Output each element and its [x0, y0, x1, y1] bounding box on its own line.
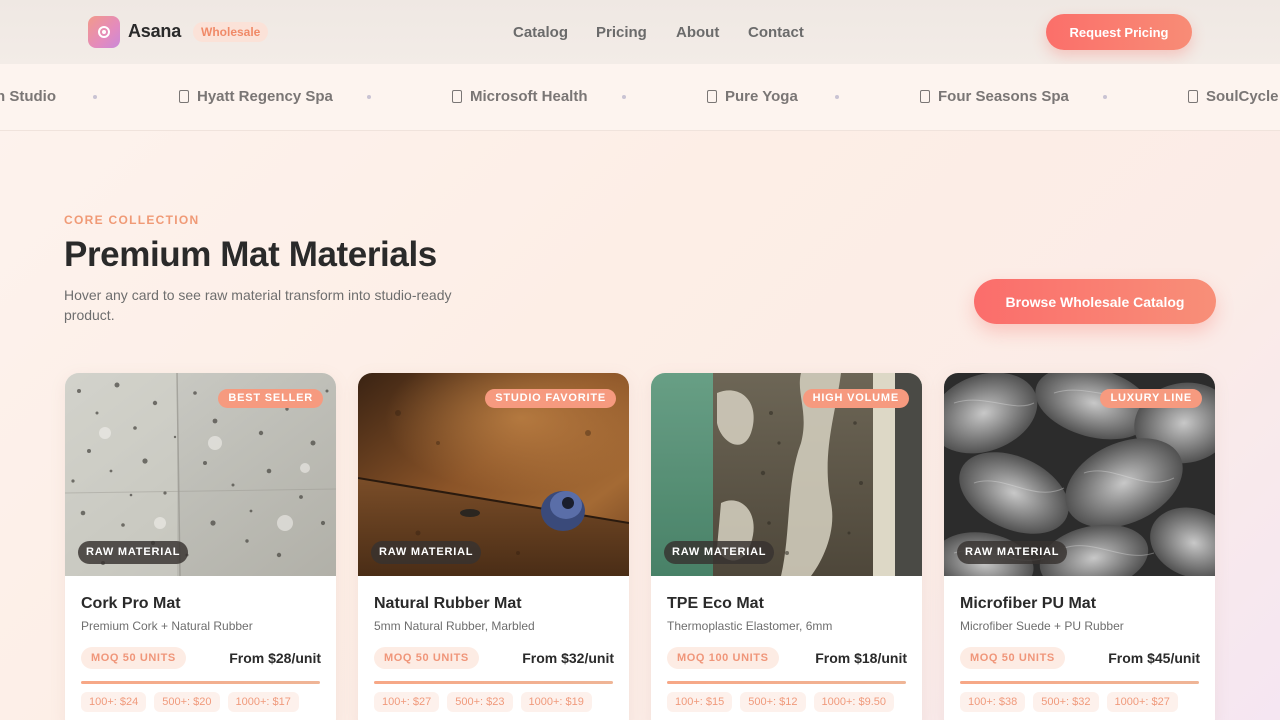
product-title[interactable]: Cork Pro Mat — [81, 595, 181, 613]
client-name: Microsoft Health — [470, 88, 588, 105]
product-spec: Thermoplastic Elastomer, 6mm — [667, 619, 833, 633]
raw-material-label: RAW MATERIAL — [957, 541, 1068, 564]
price-tier-chip: 500+: $23 — [447, 692, 513, 712]
product-card-microfiber[interactable]: LUXURY LINE RAW MATERIAL Microfiber PU M… — [944, 373, 1215, 720]
client-name: n Studio — [0, 88, 56, 105]
client-item: SoulCycle — [1188, 88, 1279, 105]
product-card-cork[interactable]: BEST SELLER RAW MATERIAL Cork Pro Mat Pr… — [65, 373, 336, 720]
building-icon — [1188, 90, 1198, 103]
logo-dot — [102, 30, 106, 34]
wholesale-badge: Wholesale — [193, 22, 269, 42]
product-price: From $32/unit — [522, 650, 614, 666]
building-icon — [179, 90, 189, 103]
section-title: Premium Mat Materials — [64, 235, 437, 274]
separator-dot — [1103, 95, 1107, 99]
product-title[interactable]: Microfiber PU Mat — [960, 595, 1096, 613]
logo-icon[interactable] — [88, 16, 120, 48]
luxury-line-badge: LUXURY LINE — [1100, 389, 1202, 408]
separator-dot — [93, 95, 97, 99]
product-price: From $18/unit — [815, 650, 907, 666]
price-tier-chip: 1000+: $9.50 — [813, 692, 895, 712]
client-item: Pure Yoga — [707, 88, 798, 105]
accent-divider — [374, 681, 613, 684]
price-tiers: 100+: $15 500+: $12 1000+: $9.50 — [667, 692, 895, 712]
product-spec: Premium Cork + Natural Rubber — [81, 619, 253, 633]
accent-divider — [81, 681, 320, 684]
price-tier-chip: 500+: $20 — [154, 692, 220, 712]
separator-dot — [835, 95, 839, 99]
accent-divider — [667, 681, 906, 684]
price-tier-chip: 100+: $38 — [960, 692, 1026, 712]
price-tier-chip: 1000+: $19 — [520, 692, 592, 712]
top-nav-bar: Asana Wholesale Catalog Pricing About Co… — [0, 0, 1280, 64]
studio-favorite-badge: STUDIO FAVORITE — [485, 389, 616, 408]
price-tiers: 100+: $24 500+: $20 1000+: $17 — [81, 692, 299, 712]
client-name: Four Seasons Spa — [938, 88, 1069, 105]
product-title[interactable]: Natural Rubber Mat — [374, 595, 522, 613]
price-tier-chip: 100+: $15 — [667, 692, 733, 712]
raw-material-label: RAW MATERIAL — [664, 541, 775, 564]
client-item: Microsoft Health — [452, 88, 588, 105]
price-tier-chip: 1000+: $27 — [1106, 692, 1178, 712]
nav-link-about[interactable]: About — [676, 24, 719, 41]
moq-badge: MOQ 50 UNITS — [81, 647, 186, 669]
price-tiers: 100+: $27 500+: $23 1000+: $19 — [374, 692, 592, 712]
section-subtitle: Hover any card to see raw material trans… — [64, 287, 452, 323]
nav-link-contact[interactable]: Contact — [748, 24, 804, 41]
raw-material-label: RAW MATERIAL — [78, 541, 189, 564]
logo-ring — [98, 26, 110, 38]
separator-dot — [622, 95, 626, 99]
brand-name[interactable]: Asana — [128, 21, 181, 42]
product-title[interactable]: TPE Eco Mat — [667, 595, 764, 613]
nav-link-pricing[interactable]: Pricing — [596, 24, 647, 41]
high-volume-badge: HIGH VOLUME — [802, 389, 909, 408]
client-name: SoulCycle — [1206, 88, 1279, 105]
price-tier-chip: 500+: $12 — [740, 692, 806, 712]
price-tiers: 100+: $38 500+: $32 1000+: $27 — [960, 692, 1178, 712]
price-tier-chip: 100+: $24 — [81, 692, 147, 712]
client-item: Four Seasons Spa — [920, 88, 1069, 105]
product-price: From $45/unit — [1108, 650, 1200, 666]
raw-material-label: RAW MATERIAL — [371, 541, 482, 564]
building-icon — [452, 90, 462, 103]
request-pricing-button[interactable]: Request Pricing — [1046, 14, 1192, 50]
moq-badge: MOQ 50 UNITS — [960, 647, 1065, 669]
product-spec: Microfiber Suede + PU Rubber — [960, 619, 1124, 633]
price-tier-chip: 100+: $27 — [374, 692, 440, 712]
browse-catalog-button[interactable]: Browse Wholesale Catalog — [974, 279, 1216, 324]
client-item: n Studio — [0, 88, 56, 105]
price-tier-chip: 1000+: $17 — [227, 692, 299, 712]
product-price: From $28/unit — [229, 650, 321, 666]
moq-badge: MOQ 100 UNITS — [667, 647, 779, 669]
client-name: Hyatt Regency Spa — [197, 88, 333, 105]
client-item: Hyatt Regency Spa — [179, 88, 333, 105]
product-card-natural-rubber[interactable]: STUDIO FAVORITE RAW MATERIAL Natural Rub… — [358, 373, 629, 720]
client-name: Pure Yoga — [725, 88, 798, 105]
section-eyebrow: CORE COLLECTION — [64, 213, 200, 227]
nav-link-catalog[interactable]: Catalog — [513, 24, 568, 41]
building-icon — [920, 90, 930, 103]
price-tier-chip: 500+: $32 — [1033, 692, 1099, 712]
product-spec: 5mm Natural Rubber, Marbled — [374, 619, 535, 633]
best-seller-badge: BEST SELLER — [218, 389, 323, 408]
product-card-tpe[interactable]: HIGH VOLUME RAW MATERIAL TPE Eco Mat The… — [651, 373, 922, 720]
client-logo-strip: n Studio Hyatt Regency Spa Microsoft Hea… — [0, 64, 1280, 131]
separator-dot — [367, 95, 371, 99]
moq-badge: MOQ 50 UNITS — [374, 647, 479, 669]
building-icon — [707, 90, 717, 103]
accent-divider — [960, 681, 1199, 684]
